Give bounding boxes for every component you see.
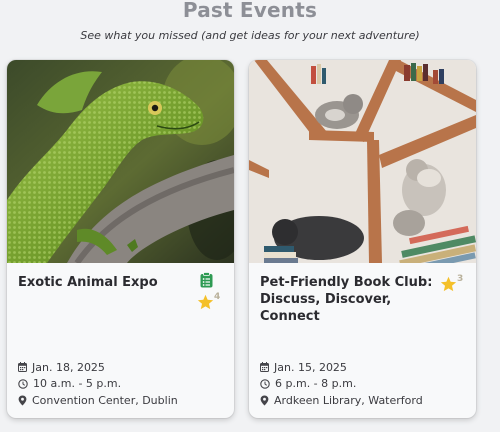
event-image-kittens-bookshelf [249, 60, 476, 263]
event-time: 10 a.m. - 5 p.m. [33, 377, 122, 391]
event-meta: Jan. 15, 2025 6 p.m. - 8 p.m. Ardkeen Li… [260, 359, 423, 409]
event-date: Jan. 15, 2025 [274, 360, 347, 374]
event-card-exotic-animal-expo[interactable]: Exotic Animal Expo 4 Jan. 18, 2025 10 a.… [7, 60, 234, 418]
event-time: 6 p.m. - 8 p.m. [275, 377, 357, 391]
calendar-icon [260, 362, 269, 373]
star-icon [197, 294, 214, 310]
clipboard-list-icon[interactable] [200, 272, 213, 292]
page-subtitle: See what you missed (and get ideas for y… [80, 29, 420, 42]
calendar-icon [18, 362, 27, 373]
rating-count: 3 [457, 274, 464, 284]
rating-count: 4 [214, 292, 221, 302]
event-title[interactable]: Exotic Animal Expo [18, 274, 188, 291]
location-pin-icon [18, 395, 27, 406]
star-icon [440, 276, 457, 292]
event-location: Ardkeen Library, Waterford [274, 393, 423, 407]
event-date: Jan. 18, 2025 [32, 360, 105, 374]
location-pin-icon [260, 395, 269, 406]
event-title[interactable]: Pet-Friendly Book Club: Discuss, Discove… [260, 274, 442, 325]
event-meta: Jan. 18, 2025 10 a.m. - 5 p.m. Conventio… [18, 359, 178, 409]
clock-icon [18, 379, 28, 389]
page-title: Past Events [182, 0, 318, 22]
event-image-lizard [7, 60, 234, 263]
event-location: Convention Center, Dublin [32, 393, 178, 407]
rating-badge[interactable]: 4 [197, 292, 221, 310]
rating-badge[interactable]: 3 [440, 274, 464, 292]
clock-icon [260, 379, 270, 389]
event-card-pet-friendly-book-club[interactable]: Pet-Friendly Book Club: Discuss, Discove… [249, 60, 476, 418]
